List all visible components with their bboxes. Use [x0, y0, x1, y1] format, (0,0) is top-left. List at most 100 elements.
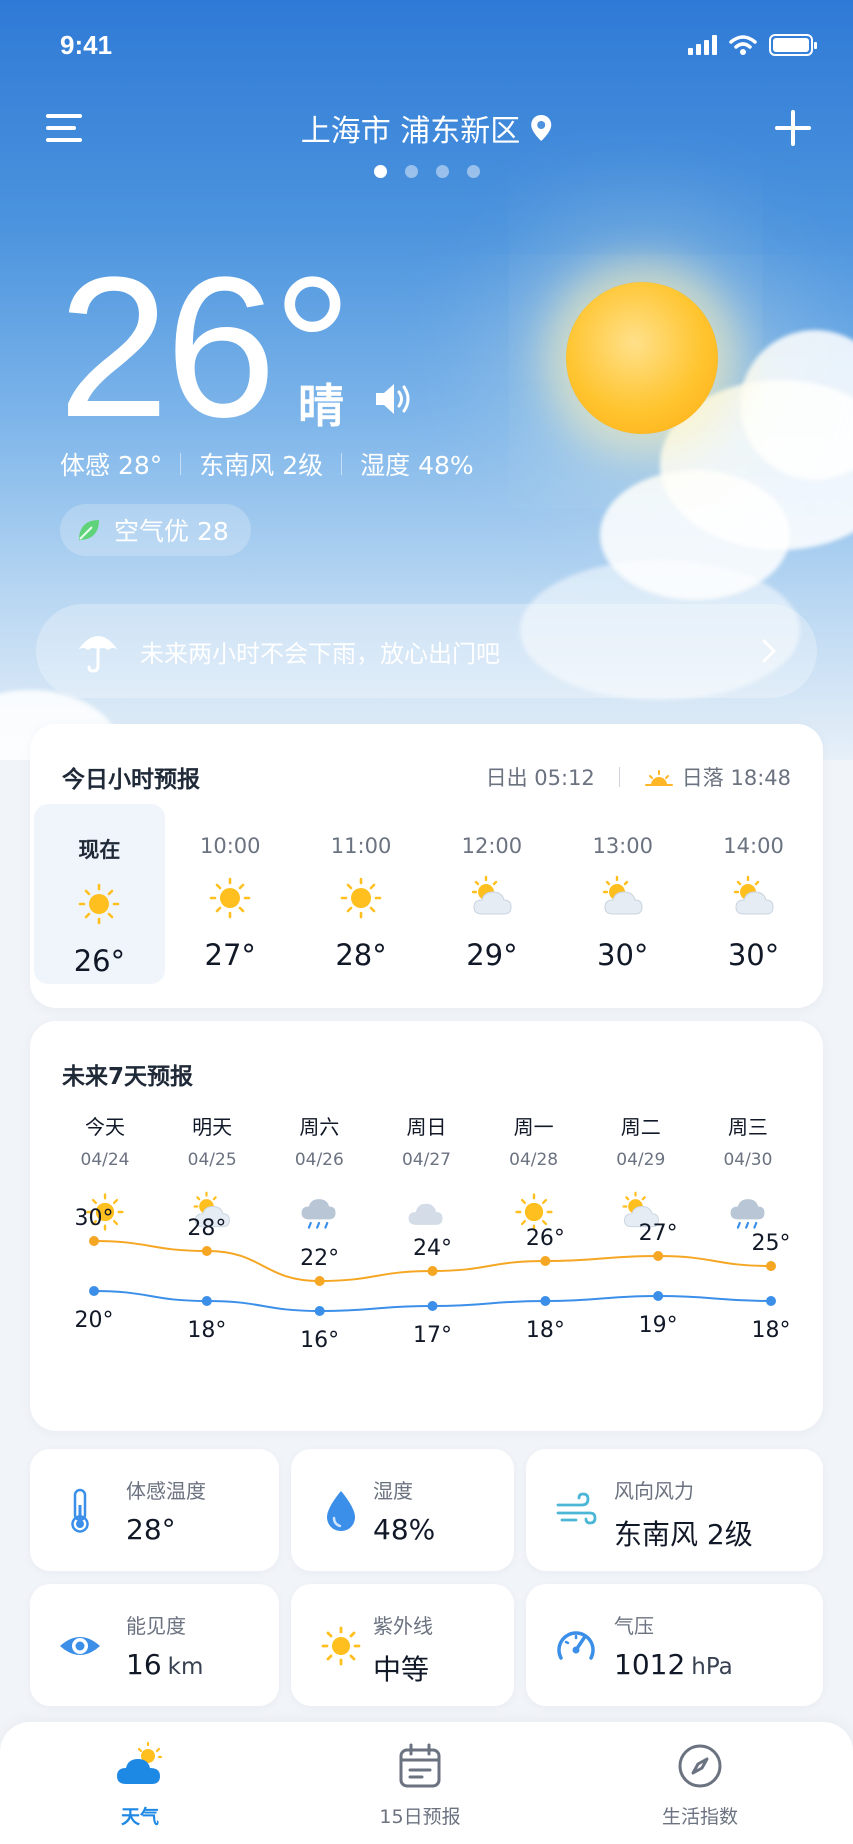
high-temp-label: 30°	[75, 1206, 114, 1231]
speaker-icon[interactable]	[372, 378, 414, 420]
hour-item[interactable]: 11:00 28°	[296, 804, 427, 984]
low-temp-label: 20°	[75, 1308, 114, 1333]
high-temp-point	[766, 1261, 776, 1271]
hour-icon	[599, 874, 647, 922]
page-dot[interactable]	[373, 165, 387, 178]
low-temp-point	[766, 1296, 776, 1306]
tab-15day-label: 15日预报	[379, 1806, 461, 1828]
tile-feels-like[interactable]: 体感温度 28°	[30, 1449, 279, 1571]
visibility-value: 16	[126, 1648, 162, 1681]
hour-item[interactable]: 10:00 27°	[165, 804, 296, 984]
tab-15day[interactable]: 15日预报	[330, 1740, 510, 1829]
low-temp-label: 16°	[300, 1328, 339, 1353]
hour-item[interactable]: 12:00 29°	[426, 804, 557, 984]
current-condition: 晴	[298, 379, 344, 433]
page-dot[interactable]	[466, 165, 480, 178]
high-temp-point	[201, 1246, 212, 1256]
visibility-value-row: 16 km	[126, 1648, 203, 1681]
feels-value: 28°	[126, 1513, 176, 1546]
low-temp-point	[314, 1306, 325, 1316]
high-temp-point	[89, 1236, 99, 1246]
weather-icon	[117, 1741, 163, 1784]
add-city-icon[interactable]	[773, 108, 813, 148]
hour-item[interactable]: 13:00 30°	[557, 804, 688, 984]
hour-temp: 30°	[597, 938, 649, 972]
low-temp-point	[89, 1286, 99, 1296]
status-bar: 9:41	[60, 28, 817, 64]
battery-icon	[769, 34, 817, 56]
signal-icon	[688, 35, 717, 55]
thermometer-icon	[71, 1488, 89, 1533]
partly-cloudy-icon	[471, 875, 512, 915]
sunrise-sunset: 日出 05:12 日落 18:48	[486, 762, 791, 792]
weekly-forecast-card: 未来7天预报 今天 04/24 明天 04/25 周六 04/26 周日 04/27 周一 04/…	[30, 1021, 823, 1431]
partly-cloudy-icon	[602, 875, 643, 915]
sunset-text: 日落 18:48	[681, 766, 791, 790]
humidity-value: 48%	[373, 1513, 436, 1546]
chevron-right-icon	[762, 639, 777, 663]
hour-item[interactable]: 14:00 30°	[688, 804, 819, 984]
page-dot[interactable]	[435, 165, 449, 178]
low-temp-label: 18°	[526, 1318, 565, 1343]
high-temp-label: 25°	[752, 1231, 791, 1256]
low-temp-point	[653, 1291, 664, 1301]
visibility-label: 能见度	[126, 1614, 186, 1638]
status-time: 9:41	[60, 30, 113, 60]
low-temp-label: 17°	[413, 1323, 452, 1348]
hour-label: 13:00	[592, 834, 653, 858]
hour-label: 现在	[78, 838, 121, 862]
high-temp-label: 22°	[300, 1246, 339, 1271]
temperature-trend-chart: 30° 28° 22° 24° 26° 27° 25° 20° 18° 16° 17° 18° 19° 1…	[75, 1206, 791, 1353]
compass-icon	[678, 1744, 722, 1788]
pressure-unit: hPa	[691, 1654, 733, 1680]
tile-humidity[interactable]: 湿度 48%	[291, 1449, 514, 1571]
hourly-title: 今日小时预报	[62, 767, 200, 793]
tab-life-index[interactable]: 生活指数	[610, 1740, 790, 1829]
tile-uv[interactable]: 紫外线 中等	[291, 1584, 514, 1706]
high-temp-point	[314, 1276, 325, 1286]
rain-notice-text: 未来两小时不会下雨，放心出门吧	[140, 639, 500, 668]
location-label: 上海市 浦东新区	[300, 114, 521, 149]
aqi-text: 空气优 28	[114, 517, 229, 546]
gauge-icon	[557, 1631, 595, 1660]
water-drop-icon	[327, 1491, 355, 1531]
tile-visibility[interactable]: 能见度 16 km	[30, 1584, 279, 1706]
page-indicator[interactable]	[0, 165, 853, 178]
low-temp-label: 18°	[187, 1318, 226, 1343]
menu-icon[interactable]	[40, 112, 84, 144]
aqi-badge[interactable]: 空气优 28	[60, 504, 251, 556]
uv-value: 中等	[373, 1653, 430, 1686]
tab-weather-label: 天气	[120, 1806, 159, 1828]
hour-label: 11:00	[330, 834, 392, 858]
high-temp-label: 27°	[639, 1221, 678, 1246]
high-temp-label: 24°	[413, 1236, 452, 1261]
tile-pressure[interactable]: 气压 1012 hPa	[526, 1584, 823, 1706]
hour-item[interactable]: 现在 26°	[34, 804, 165, 984]
wind-label: 风向风力	[614, 1479, 694, 1503]
location-title[interactable]: 上海市 浦东新区	[301, 106, 553, 150]
tab-weather[interactable]: 天气	[50, 1740, 230, 1829]
tab-life-label: 生活指数	[661, 1806, 738, 1828]
sun-icon	[79, 883, 120, 925]
hour-temp: 26°	[73, 944, 126, 978]
hour-icon	[75, 880, 123, 928]
hour-label: 12:00	[461, 834, 523, 858]
hour-label: 10:00	[199, 834, 261, 858]
uv-label: 紫外线	[373, 1614, 433, 1638]
rain-notice-banner[interactable]: 未来两小时不会下雨，放心出门吧	[36, 604, 817, 698]
eye-icon	[60, 1637, 100, 1655]
page-dot[interactable]	[404, 165, 418, 178]
tile-wind[interactable]: 风向风力 东南风 2级	[526, 1449, 823, 1571]
leaf-icon	[79, 520, 99, 540]
humidity-label: 湿度	[373, 1479, 413, 1503]
feels-like-text: 体感 28°	[60, 451, 163, 480]
low-temp-label: 19°	[639, 1313, 678, 1338]
hour-label: 14:00	[723, 834, 784, 858]
pressure-value-row: 1012 hPa	[614, 1648, 733, 1681]
low-temp-point	[201, 1296, 212, 1306]
high-temp-point	[540, 1256, 551, 1266]
hour-icon	[206, 874, 254, 922]
wifi-icon	[729, 35, 757, 55]
sunset-icon	[644, 770, 673, 786]
sun-illustration-icon	[566, 282, 718, 434]
